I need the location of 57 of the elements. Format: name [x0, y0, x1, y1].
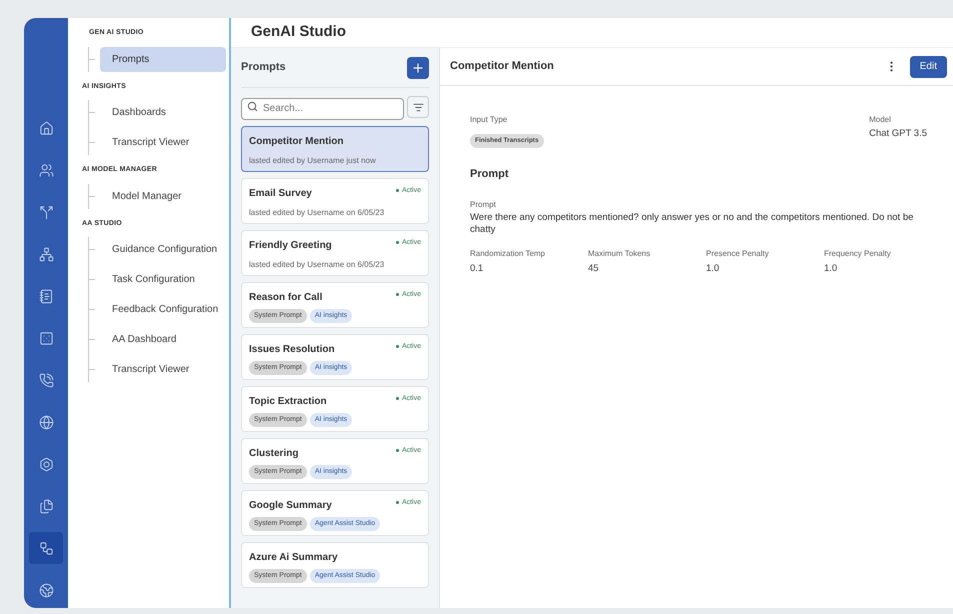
- filter-icon: [412, 102, 424, 113]
- detail-title: Competitor Mention: [450, 59, 554, 74]
- prompt-title: Friendly Greeting: [249, 238, 332, 252]
- filter-sort-button[interactable]: [407, 96, 429, 118]
- prompt-title: Email Survey: [249, 186, 312, 200]
- prompt-title: Issues Resolution: [249, 342, 335, 356]
- app-title: GenAI Studio: [251, 22, 346, 42]
- nav-item[interactable]: AA Dashboard: [100, 327, 226, 352]
- field-label: Presence Penalty: [706, 248, 770, 260]
- globe-icon: [38, 414, 54, 430]
- prompt-card[interactable]: Competitor Mention lasted edited by Username just now: [241, 126, 429, 172]
- section-title: Prompt: [470, 167, 510, 182]
- add-button[interactable]: [407, 56, 429, 78]
- home-icon: [38, 120, 54, 136]
- network-icon: [38, 246, 54, 262]
- nav-item[interactable]: Dashboards: [100, 100, 226, 125]
- prompt-text: Were there any competitors mentioned? only answer yes or no and the competitors mentioned. Do not be chatty: [470, 212, 914, 236]
- field-value: 1.0: [824, 262, 838, 276]
- prompt-subtitle: lasted edited by Username on 6/05/23: [249, 206, 386, 218]
- field-label: Randomization Temp: [470, 248, 546, 260]
- search-icon: [247, 100, 258, 112]
- nav-item[interactable]: Prompts: [100, 46, 226, 72]
- prompt-subtitle: lasted edited by Username on 6/05/23: [249, 258, 386, 270]
- field-value: 1.0: [706, 262, 720, 276]
- field-label: Model: [869, 114, 892, 126]
- earth-icon: [38, 582, 54, 598]
- prompt-title: Google Summary: [249, 498, 332, 512]
- nav-item[interactable]: Feedback Configuration: [100, 297, 226, 322]
- edit-button[interactable]: Edit: [910, 56, 947, 78]
- field-label: Prompt: [470, 198, 497, 210]
- split-arrows-icon: [38, 204, 54, 220]
- field-label: Frequency Penalty: [824, 248, 892, 260]
- field-value: 45: [588, 262, 600, 276]
- prompt-title: Azure Ai Summary: [249, 550, 338, 564]
- dice-icon: [38, 330, 54, 346]
- nav-item[interactable]: Transcript Viewer: [100, 357, 226, 382]
- files-icon: [38, 498, 54, 514]
- notebook-icon: [38, 288, 54, 304]
- users-icon: [38, 162, 54, 178]
- prompt-title: Competitor Mention: [249, 134, 344, 148]
- prompt-title: Topic Extraction: [249, 394, 327, 408]
- list-title: Prompts: [241, 60, 286, 76]
- nav-item[interactable]: Transcript Viewer: [100, 130, 226, 155]
- nav-item[interactable]: Guidance Configuration: [100, 237, 226, 262]
- phone-icon: [38, 372, 54, 388]
- prompt-subtitle: lasted edited by Username just now: [249, 154, 377, 166]
- rail-button[interactable]: [29, 532, 63, 564]
- field-label: Input Type: [470, 114, 508, 126]
- field-value: 0.1: [470, 262, 484, 276]
- plus-icon: [411, 60, 425, 74]
- prompt-title: Clustering: [249, 446, 298, 460]
- nav-item[interactable]: Task Configuration: [100, 267, 226, 292]
- nav-item[interactable]: Model Manager: [100, 184, 226, 208]
- field-value: Chat GPT 3.5: [869, 127, 927, 141]
- search-field[interactable]: Search...: [241, 98, 404, 120]
- field-label: Maximum Tokens: [588, 248, 652, 260]
- prompt-title: Reason for Call: [249, 290, 322, 304]
